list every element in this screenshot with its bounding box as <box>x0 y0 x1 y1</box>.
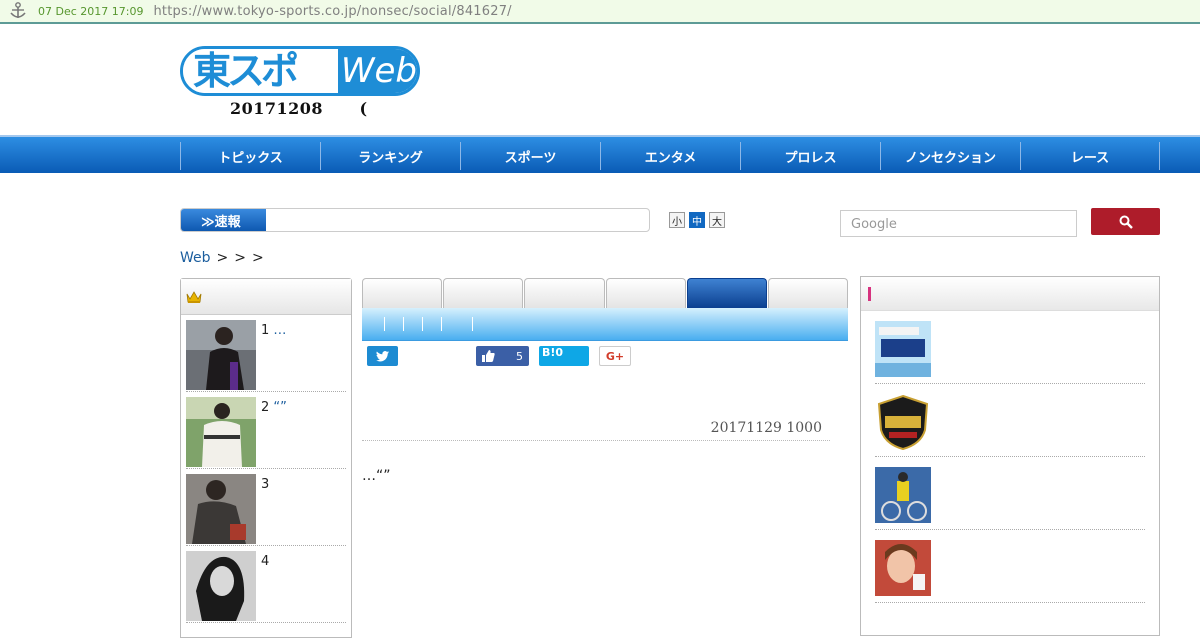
breaking-news-bar[interactable]: ≫速報 <box>180 208 650 232</box>
ranking-number: 1 <box>261 323 270 338</box>
global-nav: トピックス ランキング スポーツ エンタメ プロレス ノンセクション レース <box>0 135 1200 173</box>
sidebar-banner-thumbnail[interactable] <box>875 321 931 377</box>
sidebar-banner-thumbnail[interactable] <box>875 394 931 451</box>
sidebar-accent-bar <box>868 286 871 301</box>
sidebar-item[interactable] <box>875 540 1145 603</box>
archive-anchor-icon[interactable] <box>8 2 28 20</box>
archive-timestamp: 07 Dec 2017 17:09 <box>38 4 144 18</box>
breaking-news-label: ≫速報 <box>181 209 266 231</box>
font-size-small-button[interactable]: 小 <box>669 212 685 228</box>
category-tab[interactable] <box>362 278 443 308</box>
category-tabs <box>362 278 849 308</box>
ranking-thumbnail[interactable] <box>186 551 256 621</box>
article-body: …“” <box>362 468 391 484</box>
category-tab[interactable] <box>443 278 524 308</box>
subcategory-divider <box>403 317 404 331</box>
search-input[interactable]: Google <box>840 210 1077 237</box>
nav-item-sports[interactable]: スポーツ <box>460 142 600 170</box>
subcategory-divider <box>384 317 385 331</box>
google-plus-button[interactable]: G+ <box>599 346 631 366</box>
sidebar-banner-thumbnail[interactable] <box>875 467 931 523</box>
header-date-text: 20171208 <box>230 99 324 118</box>
ranking-thumbnail[interactable] <box>186 397 256 467</box>
ranking-item[interactable]: 3 <box>186 474 346 546</box>
ranking-panel: 1 … 2 “” 3 4 <box>180 278 352 638</box>
subcategory-bar <box>362 308 848 341</box>
nav-item-nonsection[interactable]: ノンセクション <box>880 142 1020 170</box>
ranking-item[interactable]: 1 … <box>186 320 346 392</box>
sidebar-panel <box>860 276 1160 636</box>
nav-item-entertainment[interactable]: エンタメ <box>600 142 740 170</box>
twitter-icon <box>376 350 389 361</box>
sidebar-item[interactable] <box>875 321 1145 384</box>
search-button[interactable] <box>1091 208 1160 235</box>
breadcrumb-separator: > <box>234 250 246 266</box>
category-tab[interactable] <box>767 278 849 308</box>
article-date: 20171129 1000 <box>362 420 830 441</box>
breadcrumb-separator: > <box>216 250 229 266</box>
sidebar-item[interactable] <box>875 394 1145 457</box>
ranking-title[interactable]: … <box>273 323 286 338</box>
site-logo[interactable]: 東スポ Web <box>180 46 420 96</box>
header-date: 20171208 ( <box>230 99 368 118</box>
search-icon <box>1119 215 1133 229</box>
ranking-title[interactable]: “” <box>273 400 286 415</box>
subcategory-divider <box>441 317 442 331</box>
category-tab[interactable] <box>524 278 605 308</box>
facebook-like-count: 5 <box>516 349 523 363</box>
ranking-item[interactable]: 2 “” <box>186 397 346 469</box>
nav-item-prowrestling[interactable]: プロレス <box>740 142 880 170</box>
facebook-like-button[interactable]: 5 <box>476 346 529 366</box>
ranking-item[interactable]: 4 <box>186 551 346 623</box>
crown-icon <box>186 290 202 303</box>
breadcrumb: Web > > > <box>180 250 264 266</box>
logo-text-web: Web <box>337 49 417 93</box>
font-size-switcher: 小 中 大 <box>669 212 725 228</box>
ranking-thumbnail[interactable] <box>186 320 256 390</box>
subcategory-divider <box>472 317 473 331</box>
nav-item-ranking[interactable]: ランキング <box>320 142 460 170</box>
breadcrumb-separator: > <box>252 250 264 266</box>
font-size-large-button[interactable]: 大 <box>709 212 725 228</box>
breadcrumb-home-link[interactable]: Web <box>180 250 211 266</box>
nav-item-race[interactable]: レース <box>1020 142 1160 170</box>
header-date-paren: ( <box>359 99 368 118</box>
font-size-medium-button[interactable]: 中 <box>689 212 705 228</box>
archive-url[interactable]: https://www.tokyo-sports.co.jp/nonsec/so… <box>153 4 511 19</box>
category-tab-active[interactable] <box>686 278 767 308</box>
ranking-number: 2 <box>261 400 270 415</box>
twitter-share-button[interactable] <box>367 346 398 366</box>
nav-item-topics[interactable]: トピックス <box>180 142 320 170</box>
thumbs-up-icon <box>482 350 495 362</box>
archive-bar: 07 Dec 2017 17:09 https://www.tokyo-spor… <box>0 0 1200 24</box>
ranking-number: 3 <box>261 477 270 492</box>
logo-text-jp: 東スポ <box>183 49 338 93</box>
hatena-bookmark-button[interactable]: B!0 <box>539 346 589 366</box>
sidebar-item[interactable] <box>875 467 1145 530</box>
subcategory-divider <box>422 317 423 331</box>
ranking-thumbnail[interactable] <box>186 474 256 544</box>
sidebar-header <box>861 277 1159 311</box>
ranking-header <box>181 279 351 315</box>
category-tab[interactable] <box>605 278 686 308</box>
sidebar-banner-thumbnail[interactable] <box>875 540 931 596</box>
ranking-number: 4 <box>261 554 270 569</box>
